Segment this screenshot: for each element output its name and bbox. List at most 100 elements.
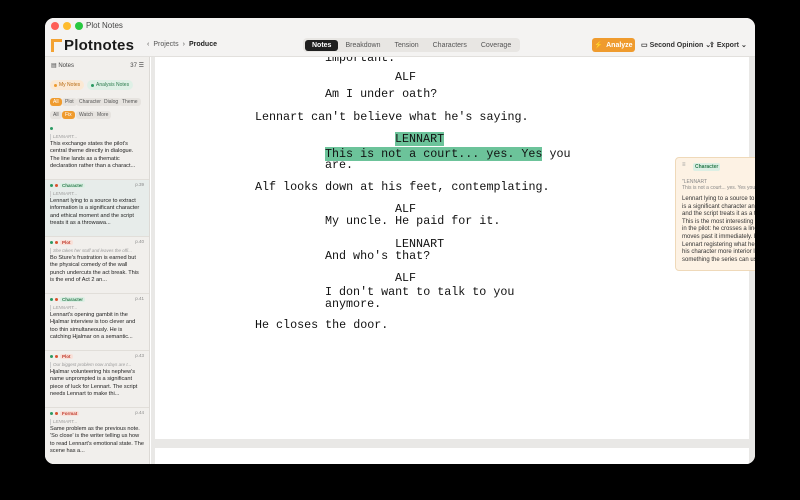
- filter-chip-all[interactable]: All: [50, 98, 62, 106]
- note-card[interactable]: Character p.39 LENNART... Lennart lying to …: [45, 180, 149, 237]
- script-line-dialogue[interactable]: And who's that?: [325, 249, 430, 263]
- app-logo: Plotnotes: [51, 36, 135, 54]
- note-card[interactable]: Plot p.43 Our biggest problem now a'days a…: [45, 351, 149, 408]
- status-dot-icon: [55, 298, 58, 301]
- export-label: Export: [716, 42, 739, 49]
- tab-coverage[interactable]: Coverage: [474, 40, 518, 51]
- script-line-action[interactable]: Lennart can't believe what he's saying.: [255, 110, 529, 124]
- second-opinion-button[interactable]: ▭ Second Opinion ⌄: [641, 41, 711, 49]
- note-meta: Plot: [50, 353, 144, 360]
- script-line-dialogue[interactable]: are.: [325, 158, 353, 172]
- note-meta: Character: [50, 296, 144, 303]
- script-line-dialogue[interactable]: My uncle. He paid for it.: [325, 214, 500, 228]
- close-window-button[interactable]: [51, 22, 59, 30]
- script-line-text: important.: [325, 57, 396, 65]
- view-tabs: Notes Breakdown Tension Characters Coverage: [303, 38, 521, 52]
- chevron-left-icon[interactable]: ‹: [147, 41, 149, 48]
- my-notes-toggle[interactable]: My Notes: [50, 80, 85, 90]
- note-quote: LENNART...: [50, 134, 144, 140]
- note-text: Bo Sture's frustration is earned but the…: [50, 255, 139, 284]
- filter-chip-plot[interactable]: Plot: [62, 98, 77, 106]
- note-tag: Character: [60, 183, 86, 188]
- analyze-label: Analyze: [606, 41, 633, 49]
- next-script-page: [155, 448, 749, 464]
- sparkle-icon: ⚡: [594, 42, 604, 49]
- tab-notes[interactable]: Notes: [305, 39, 339, 51]
- note-tag: Plot: [60, 354, 73, 359]
- filter-chip-more[interactable]: More: [94, 111, 112, 119]
- note-meta: Format: [50, 410, 144, 417]
- script-line-character[interactable]: LENNART: [395, 132, 445, 146]
- notes-list: LENNART... This exchange states the pilot…: [45, 123, 149, 464]
- logo-text: Plotnotes: [64, 36, 135, 54]
- note-quote: Our biggest problem now a'days are t...: [50, 362, 144, 368]
- minimize-window-button[interactable]: [63, 22, 71, 30]
- title-bar: Plot Notes: [45, 18, 755, 35]
- script-line-character[interactable]: ALF: [395, 271, 416, 285]
- status-dot-icon: [50, 412, 53, 415]
- sidebar-toggle-icon[interactable]: ▤: [51, 63, 57, 69]
- script-line-dialogue[interactable]: anymore.: [325, 297, 381, 311]
- script-line-text: ALF: [395, 271, 417, 285]
- analysis-notes-toggle[interactable]: Analysis Notes: [87, 80, 134, 90]
- script-line-suffix: you: [542, 147, 571, 161]
- script-line-dialogue[interactable]: Am I under oath?: [325, 87, 437, 101]
- status-dot-icon: [50, 127, 53, 130]
- script-line-character[interactable]: ALF: [395, 70, 416, 84]
- status-dot-icon: [50, 184, 53, 187]
- note-card[interactable]: Format p.44 LENNART... Same problem as the …: [45, 408, 149, 464]
- script-line-text: Alf looks down at his feet, contemplatin…: [255, 180, 550, 194]
- chat-icon: ▭: [641, 42, 648, 49]
- script-line-action[interactable]: Alf looks down at his feet, contemplatin…: [255, 180, 550, 194]
- note-page-number: p.39: [135, 182, 144, 187]
- note-page-number: p.43: [135, 353, 144, 358]
- script-line-action[interactable]: He closes the door.: [255, 318, 388, 332]
- note-popover-quote: "LENNART This is not a court... yes. Yes…: [682, 179, 755, 192]
- script-area: important. ALF Am I under oath? Lennart can…: [151, 57, 755, 464]
- app-window: Plot Notes Plotnotes ‹ Projects › Produc…: [45, 18, 755, 464]
- script-line-text: And who's that?: [325, 249, 431, 263]
- note-card[interactable]: Plot p.40 She takes her stuff and leaves t…: [45, 237, 149, 294]
- notes-count: 37: [130, 63, 137, 69]
- filter-chip-theme[interactable]: Theme: [119, 98, 141, 106]
- breadcrumb-current: Produce: [188, 41, 217, 48]
- zoom-window-button[interactable]: [75, 22, 83, 30]
- note-text: Hjalmar volunteering his nephew's name u…: [50, 369, 138, 398]
- filter-chip-fix[interactable]: Fix: [62, 111, 75, 119]
- share-icon: ⇪: [709, 42, 715, 49]
- note-quote: LENNART...: [50, 191, 144, 197]
- status-dot-icon: [50, 355, 53, 358]
- filter-chip-watch[interactable]: Watch: [76, 111, 96, 119]
- script-line-text: Am I under oath?: [325, 87, 438, 101]
- script-line-text: This is not a court... yes. Yes: [325, 147, 543, 161]
- note-card[interactable]: LENNART... This exchange states the pilot…: [45, 123, 149, 180]
- note-page-number: p.41: [135, 296, 144, 301]
- note-popover-text: Lennart lying to a source to extract inf…: [682, 196, 755, 263]
- tab-tension[interactable]: Tension: [387, 40, 425, 51]
- analyze-button[interactable]: ⚡ Analyze: [592, 38, 635, 52]
- script-line-text: Lennart can't believe what he's saying.: [255, 110, 529, 124]
- filter-chip-all[interactable]: All: [50, 111, 62, 119]
- list-view-icon[interactable]: ☰: [139, 63, 144, 69]
- script-line-text: are.: [325, 158, 354, 172]
- tab-breakdown[interactable]: Breakdown: [338, 40, 387, 51]
- note-meta: [50, 125, 144, 132]
- script-line-text: He closes the door.: [255, 318, 389, 332]
- notes-sidebar: ▤ Notes 37 ☰ My Notes Analysis Notes All…: [45, 57, 150, 464]
- export-button[interactable]: ⇪ Export ⌄: [709, 41, 747, 49]
- chevron-down-icon: ⌄: [740, 42, 747, 49]
- script-line-dialogue[interactable]: important.: [325, 57, 395, 65]
- tab-characters[interactable]: Characters: [426, 40, 474, 51]
- note-popover-handle-icon[interactable]: ≡: [682, 162, 686, 168]
- note-card[interactable]: Character p.41 LENNART... Lennart's opening…: [45, 294, 149, 351]
- note-text: Same problem as the previous note. 'So c…: [50, 426, 144, 455]
- filter-chip-character[interactable]: Character: [76, 98, 104, 106]
- script-line-dialogue[interactable]: This is not a court... yes. Yes you: [325, 147, 571, 161]
- note-tag: Format: [60, 411, 80, 416]
- note-text: This exchange states the pilot's central…: [50, 141, 136, 170]
- breadcrumb-projects[interactable]: Projects: [153, 41, 178, 48]
- script-page: important. ALF Am I under oath? Lennart can…: [155, 57, 749, 439]
- status-dot-icon: [55, 412, 58, 415]
- status-dot-icon: [50, 241, 53, 244]
- breadcrumb: ‹ Projects › Produce: [147, 41, 217, 48]
